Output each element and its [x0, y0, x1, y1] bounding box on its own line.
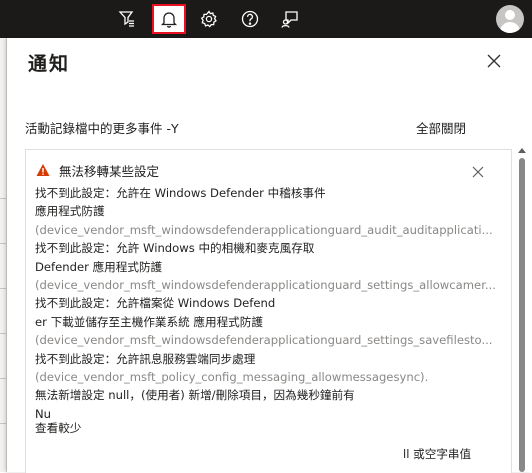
background-divider [0, 378, 6, 379]
scrollbar-thumb[interactable] [519, 158, 525, 472]
background-page [0, 38, 7, 472]
close-icon[interactable] [485, 52, 503, 70]
notification-line: (device_vendor_msft_windowsdefenderappli… [35, 333, 493, 348]
show-less-link[interactable]: 查看較少 [35, 420, 81, 436]
notification-trailing-text: ll 或空字串值 [403, 447, 472, 461]
notification-line: er 下載並儲存至主機作業系統 應用程式防護 [35, 314, 263, 329]
background-divider [0, 243, 6, 244]
panel-title: 通知 [28, 53, 71, 75]
gear-icon[interactable] [192, 4, 226, 34]
notifications-panel: 通知 活動記錄檔中的更多事件 -Y 全部關閉 無法移轉某些設定 找不到此設定：允… [7, 38, 532, 473]
scrollbar[interactable] [517, 146, 527, 472]
notification-line: 應用程式防護 [35, 204, 105, 219]
help-icon[interactable] [233, 4, 267, 34]
background-divider [0, 288, 6, 289]
notification-line: 找不到此設定：允許 Windows 中的相機和麥克風存取 [35, 241, 315, 256]
directory-filter-icon[interactable] [110, 4, 144, 34]
bell-icon[interactable] [152, 4, 186, 34]
close-all-button[interactable]: 全部關閉 [416, 118, 466, 137]
notification-line: 找不到此設定：允許在 Windows Defender 中稽核事件 [35, 186, 326, 200]
activity-log-link[interactable]: 活動記錄檔中的更多事件 -Y [25, 118, 179, 137]
notification-line: 無法新增設定 null，(使用者) 新增/刪除項目，因為幾秒鐘前有 [35, 388, 355, 403]
scroll-up-arrow-icon[interactable] [518, 148, 526, 153]
avatar-head [505, 10, 515, 20]
notification-title: 無法移轉某些設定 [59, 164, 160, 179]
notification-line: (device_vendor_msft_windowsdefenderappli… [35, 222, 493, 237]
feedback-icon[interactable] [273, 4, 307, 34]
top-bar [0, 0, 532, 38]
background-divider [0, 333, 6, 334]
notification-card: 無法移轉某些設定 找不到此設定：允許在 Windows Defender 中稽核… [25, 149, 512, 473]
notification-line: Nu [35, 406, 52, 420]
notification-body: 找不到此設定：允許在 Windows Defender 中稽核事件 應用程式防護… [35, 184, 505, 420]
dismiss-notification-icon[interactable] [472, 163, 484, 178]
background-divider [0, 198, 6, 199]
notification-line: (device_vendor_msft_policy_config_messag… [35, 369, 429, 384]
notification-line: Defender 應用程式防護 [35, 259, 163, 274]
notification-line: 找不到此設定：允許訊息服務雲端同步處理 [35, 351, 256, 366]
background-divider [0, 423, 6, 424]
notification-line: (device_vendor_msft_windowsdefenderappli… [35, 277, 496, 292]
avatar-shoulders [500, 22, 520, 33]
notification-line: 找不到此設定：允許檔案從 Windows Defend [35, 296, 276, 311]
avatar[interactable] [496, 5, 524, 33]
warning-icon [36, 162, 50, 176]
